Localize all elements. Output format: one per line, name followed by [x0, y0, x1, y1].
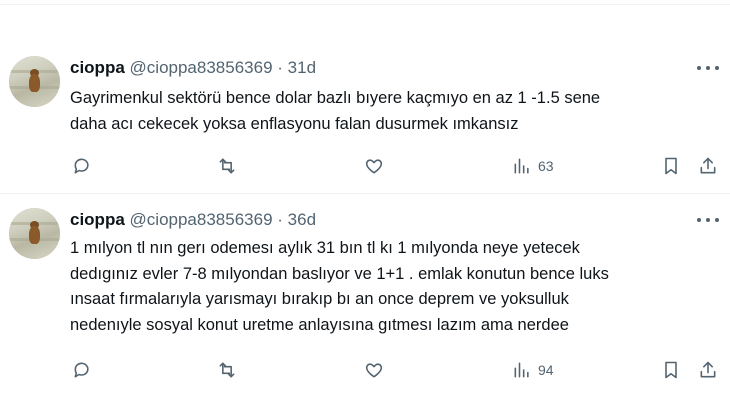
tweet-text-line: nedenıyle sosyal konut uretme anlayısına…	[70, 315, 569, 334]
views-icon	[514, 362, 529, 378]
reply-button[interactable]	[72, 154, 92, 178]
share-icon	[700, 361, 716, 378]
share-icon	[700, 157, 716, 174]
action-bar: 94	[0, 358, 730, 382]
action-bar: 63	[0, 154, 730, 178]
retweet-icon	[219, 362, 235, 378]
tweet-text: Gayrimenkul sektörü bence dolar bazlı bı…	[70, 86, 720, 137]
views-button[interactable]: 94	[512, 358, 554, 382]
bookmark-icon	[665, 361, 677, 379]
views-button[interactable]: 63	[512, 154, 554, 178]
tweet[interactable]: cioppa @cioppa83856369 · 36d 1 mılyon tl…	[0, 196, 730, 420]
separator-dot: ·	[277, 58, 283, 77]
heart-icon	[365, 159, 383, 174]
timestamp[interactable]: 31d	[288, 58, 316, 77]
tweet-text-line: daha acı cekecek yoksa enflasyonu falan …	[70, 114, 519, 133]
retweet-button[interactable]	[217, 358, 237, 382]
views-count: 94	[538, 362, 554, 378]
reply-icon	[74, 362, 89, 378]
display-name[interactable]: cioppa	[70, 210, 125, 229]
like-button[interactable]	[364, 358, 384, 382]
top-divider	[0, 4, 730, 5]
retweet-button[interactable]	[217, 154, 237, 178]
reply-icon	[74, 158, 89, 174]
bookmark-button[interactable]	[661, 154, 681, 178]
avatar[interactable]	[9, 208, 60, 259]
more-icon[interactable]	[697, 62, 719, 74]
user-handle[interactable]: @cioppa83856369	[130, 58, 273, 77]
tweet-divider	[0, 193, 730, 194]
views-icon	[514, 158, 529, 174]
display-name[interactable]: cioppa	[70, 58, 125, 77]
bookmark-icon	[665, 157, 677, 175]
tweet-header: cioppa @cioppa83856369 · 36d	[70, 209, 316, 231]
heart-icon	[365, 363, 383, 378]
tweet[interactable]: cioppa @cioppa83856369 · 31d Gayrimenkul…	[0, 52, 730, 192]
tweet-text-line: Gayrimenkul sektörü bence dolar bazlı bı…	[70, 89, 601, 107]
tweet-text-line: dedıgınız evler 7-8 mılyondan baslıyor v…	[70, 264, 609, 283]
share-button[interactable]	[698, 154, 718, 178]
reply-button[interactable]	[72, 358, 92, 382]
user-handle[interactable]: @cioppa83856369	[130, 210, 273, 229]
share-button[interactable]	[698, 358, 718, 382]
tweet-text-line: ınsaat fırmalarıyla yarısmayı bırakıp bı…	[70, 290, 569, 308]
retweet-icon	[219, 158, 235, 174]
more-icon[interactable]	[697, 214, 719, 226]
tweet-header: cioppa @cioppa83856369 · 31d	[70, 57, 316, 79]
views-count: 63	[538, 158, 554, 174]
bookmark-button[interactable]	[661, 358, 681, 382]
separator-dot: ·	[277, 210, 283, 229]
like-button[interactable]	[364, 154, 384, 178]
avatar[interactable]	[9, 56, 60, 107]
timestamp[interactable]: 36d	[288, 210, 316, 229]
tweet-text-line: 1 mılyon tl nın gerı odemesı aylık 31 bı…	[70, 239, 580, 257]
tweet-text: 1 mılyon tl nın gerı odemesı aylık 31 bı…	[70, 236, 720, 338]
